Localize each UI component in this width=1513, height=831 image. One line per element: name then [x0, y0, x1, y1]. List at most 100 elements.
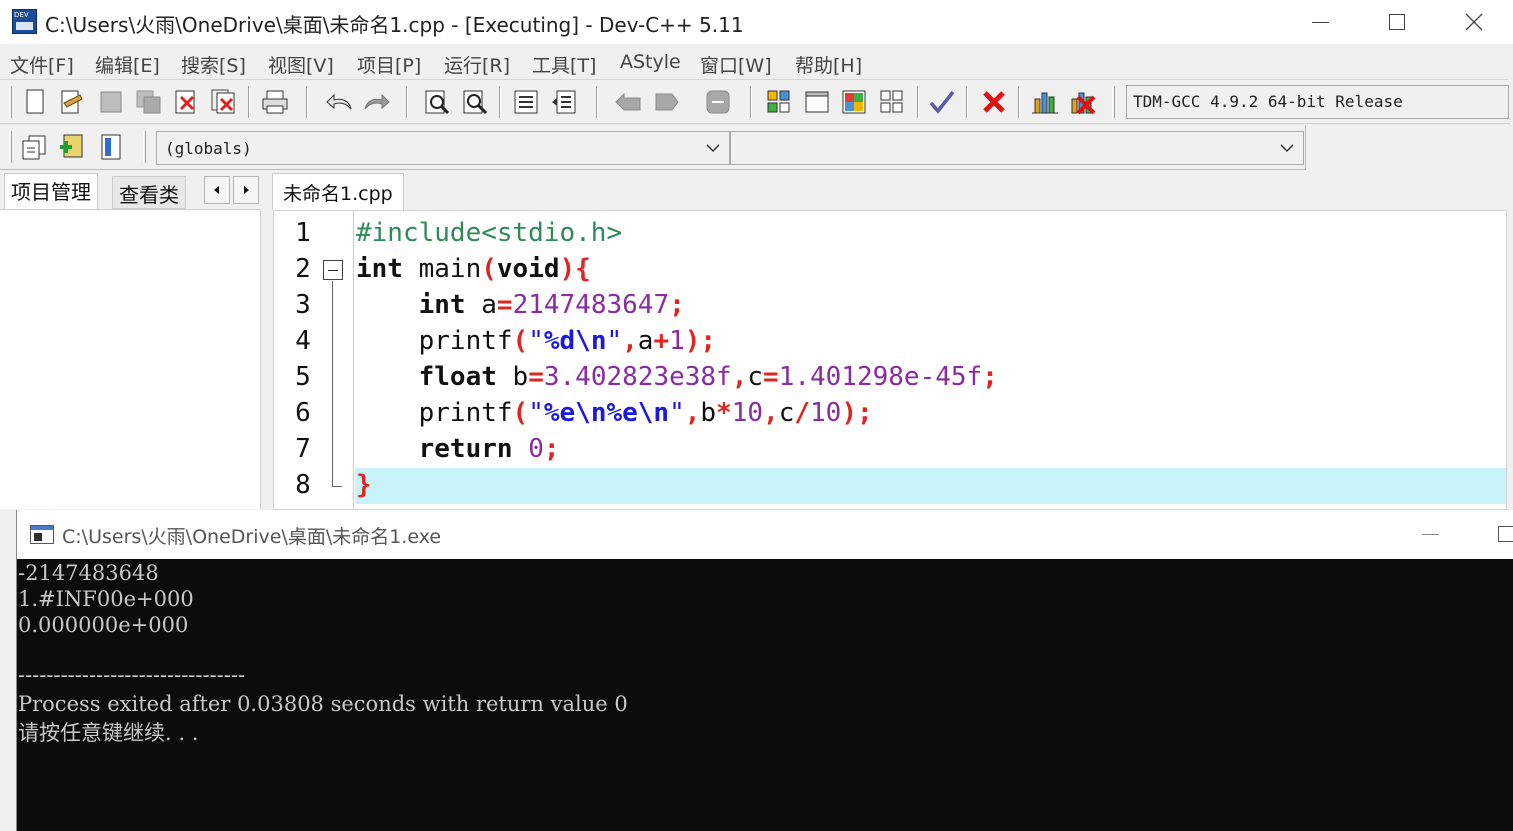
- code-text: float b=3.402823e38f,c=1.401298e-45f;: [418, 362, 998, 392]
- console-title: C:\Users\火雨\OneDrive\桌面\未命名1.exe: [62, 526, 442, 548]
- code-line: 6 printf("%e\n%e\n",b*10,c/10);: [274, 396, 1506, 432]
- undo-button[interactable]: [325, 88, 353, 116]
- arrow-right-icon: [244, 186, 249, 194]
- tab-project-manager[interactable]: 项目管理: [4, 173, 98, 210]
- console-maximize-icon[interactable]: [1498, 526, 1513, 542]
- toggle-button[interactable]: [97, 133, 125, 161]
- profile-button[interactable]: [1031, 88, 1059, 116]
- editor-tab-file[interactable]: 未命名1.cpp: [272, 173, 404, 210]
- save-button[interactable]: [97, 88, 125, 116]
- toolbar-separator: [1018, 86, 1020, 118]
- menu-project[interactable]: 项目[P]: [357, 51, 421, 78]
- code-line: 5 float b=3.402823e38f,c=1.401298e-45f;: [274, 360, 1506, 396]
- menu-bar: 文件[F] 编辑[E] 搜索[S] 视图[V] 项目[P] 运行[R] 工具[T…: [0, 46, 1508, 80]
- menu-file[interactable]: 文件[F]: [10, 51, 74, 78]
- line-number: 5: [295, 362, 311, 392]
- code-text: int a=2147483647;: [418, 290, 685, 320]
- stop-execution-button[interactable]: [980, 88, 1008, 116]
- toolbar-separator: [306, 86, 308, 118]
- globals-combo[interactable]: (globals): [156, 131, 730, 165]
- project-options-button[interactable]: [878, 88, 906, 116]
- delete-profile-button[interactable]: [1068, 88, 1096, 116]
- code-text: printf("%e\n%e\n",b*10,c/10);: [356, 398, 873, 428]
- insert-button[interactable]: [58, 133, 86, 161]
- menu-astyle[interactable]: AStyle: [620, 51, 681, 73]
- new-class-icon: [22, 135, 46, 160]
- code-text: return 0;: [418, 434, 560, 464]
- compiler-select[interactable]: TDM-GCC 4.9.2 64-bit Release: [1126, 85, 1509, 119]
- project-options-icon: [880, 90, 903, 113]
- console-minimize-icon[interactable]: [1422, 534, 1439, 535]
- goto-back-button[interactable]: [614, 88, 642, 116]
- find-button[interactable]: [423, 88, 451, 116]
- find-icon: [425, 90, 450, 115]
- devcpp-logo-icon: DEV: [12, 9, 37, 34]
- replace-button[interactable]: [461, 88, 489, 116]
- menu-run[interactable]: 运行[R]: [444, 51, 510, 78]
- indent-button[interactable]: [512, 88, 540, 116]
- tab-scroll-right-button[interactable]: [233, 176, 259, 204]
- indent-icon: [514, 90, 538, 114]
- add-to-project-icon: [805, 91, 829, 113]
- redo-button[interactable]: [363, 88, 391, 116]
- bookmark-button[interactable]: [704, 88, 732, 116]
- new-file-icon: [26, 89, 44, 114]
- bookmark-icon: [706, 90, 730, 114]
- code-editor[interactable]: 1 #include<stdio.h> 2 int main(void){ 3 …: [273, 210, 1507, 510]
- line-number: 7: [295, 434, 311, 464]
- console-output[interactable]: -2147483648 1.#INF00e+000 0.000000e+000 …: [17, 559, 1513, 831]
- unindent-icon: [552, 90, 576, 114]
- project-tree-panel[interactable]: [0, 209, 261, 509]
- arrow-left-icon: [214, 186, 219, 194]
- goto-forward-button[interactable]: [652, 88, 680, 116]
- goto-forward-icon: [655, 93, 679, 111]
- new-project-button[interactable]: [765, 88, 793, 116]
- globals-combo-value: (globals): [165, 139, 252, 158]
- new-project-icon: [767, 90, 790, 113]
- code-line: 4 printf("%d\n",a+1);: [274, 324, 1506, 360]
- tab-scroll-left-button[interactable]: [204, 176, 230, 204]
- members-combo[interactable]: [730, 131, 1304, 165]
- new-file-button[interactable]: [21, 88, 49, 116]
- console-line: 1.#INF00e+000: [18, 587, 194, 611]
- editor-tabs: 未命名1.cpp: [264, 170, 1513, 210]
- toolbar-separator: [917, 86, 919, 118]
- compile-button[interactable]: [928, 88, 956, 116]
- console-title-bar: C:\Users\火雨\OneDrive\桌面\未命名1.exe: [17, 510, 1513, 559]
- close-file-button[interactable]: [172, 88, 200, 116]
- menu-view[interactable]: 视图[V]: [268, 51, 334, 78]
- remove-from-project-button[interactable]: [840, 88, 868, 116]
- toolbar-separator: [248, 86, 250, 118]
- toolbar-separator: [750, 86, 752, 118]
- menu-window[interactable]: 窗口[W]: [700, 51, 772, 78]
- print-button[interactable]: [261, 88, 289, 116]
- open-file-button[interactable]: [57, 88, 85, 116]
- save-all-button[interactable]: [135, 88, 163, 116]
- window-title: C:\Users\火雨\OneDrive\桌面\未命名1.cpp - [Exec…: [45, 13, 744, 37]
- close-button[interactable]: [1435, 0, 1512, 44]
- toggle-icon: [101, 134, 121, 160]
- code-line: 3 int a=2147483647;: [274, 288, 1506, 324]
- close-all-button[interactable]: [210, 88, 238, 116]
- menu-edit[interactable]: 编辑[E]: [95, 51, 160, 78]
- toolbar-separator: [406, 86, 408, 118]
- maximize-button[interactable]: [1358, 0, 1435, 44]
- menu-tools[interactable]: 工具[T]: [532, 51, 596, 78]
- logo-text: DEV: [14, 11, 29, 19]
- console-separator-line: --------------------------------: [18, 663, 246, 687]
- unindent-button[interactable]: [550, 88, 578, 116]
- compile-icon: [929, 90, 955, 114]
- code-text: #include<stdio.h>: [356, 218, 623, 248]
- add-to-project-button[interactable]: [803, 88, 831, 116]
- minimize-button[interactable]: [1282, 0, 1359, 44]
- menu-help[interactable]: 帮助[H]: [795, 51, 862, 78]
- new-class-button[interactable]: [20, 133, 48, 161]
- menu-search[interactable]: 搜索[S]: [181, 51, 246, 78]
- toolbar-separator: [966, 86, 968, 118]
- line-number: 2: [295, 254, 311, 284]
- devcpp-window: DEV C:\Users\火雨\OneDrive\桌面\未命名1.cpp - […: [0, 0, 1513, 831]
- tab-class-browser[interactable]: 查看类: [112, 176, 186, 209]
- print-icon: [262, 90, 288, 114]
- line-number: 4: [295, 326, 311, 356]
- line-number: 6: [295, 398, 311, 428]
